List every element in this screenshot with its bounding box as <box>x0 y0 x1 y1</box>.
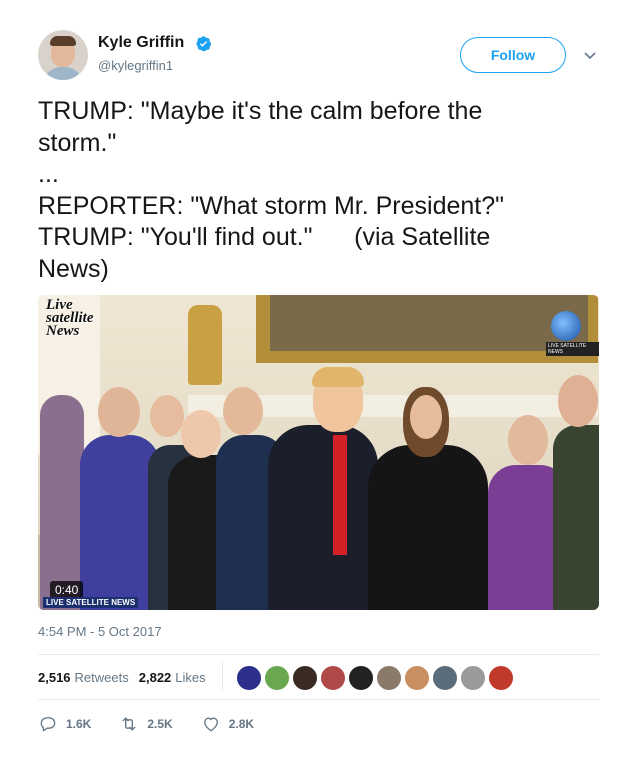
liker-avatar[interactable] <box>264 665 290 691</box>
like-count: 2.8K <box>228 717 255 731</box>
chevron-down-icon[interactable] <box>582 47 598 63</box>
heart-icon <box>203 717 218 732</box>
liker-avatar[interactable] <box>376 665 402 691</box>
avatar[interactable] <box>38 30 88 80</box>
liker-avatar[interactable] <box>320 665 346 691</box>
tweet-timestamp[interactable]: 4:54 PM - 5 Oct 2017 <box>38 624 162 639</box>
reply-count: 1.6K <box>66 717 92 731</box>
tweet-actions: 1.6K 2.5K 2.8K <box>38 714 282 734</box>
verified-badge-icon <box>196 36 212 52</box>
liker-avatar[interactable] <box>460 665 486 691</box>
like-button[interactable]: 2.8K <box>201 714 254 734</box>
reply-button[interactable]: 1.6K <box>38 714 91 734</box>
likes-stat[interactable]: 2,822 Likes <box>139 670 206 685</box>
retweet-button[interactable]: 2.5K <box>119 714 173 734</box>
retweets-stat[interactable]: 2,516 Retweets <box>38 670 129 685</box>
channel-banner: LIVE SATELLITE NEWS <box>43 597 139 608</box>
author-handle[interactable]: @kylegriffin1 <box>98 58 173 73</box>
liker-avatars <box>236 665 514 691</box>
author-name[interactable]: Kyle Griffin <box>98 34 184 52</box>
liker-avatar[interactable] <box>292 665 318 691</box>
retweet-count: 2.5K <box>147 717 173 731</box>
stats-divider <box>222 662 223 690</box>
channel-logo: Live satellite News <box>46 297 94 339</box>
liker-avatar[interactable] <box>348 665 374 691</box>
retweet-icon <box>122 717 136 731</box>
tweet-text: TRUMP: "Maybe it's the calm before the s… <box>38 97 505 283</box>
globe-logo-icon <box>551 311 581 341</box>
divider <box>38 699 599 700</box>
engagement-stats: 2,516 Retweets 2,822 Likes <box>38 670 206 685</box>
reply-icon <box>40 717 56 732</box>
liker-avatar[interactable] <box>404 665 430 691</box>
liker-avatar[interactable] <box>432 665 458 691</box>
follow-button[interactable]: Follow <box>460 37 566 73</box>
liker-avatar[interactable] <box>488 665 514 691</box>
divider <box>38 654 599 655</box>
video-player[interactable]: Live satellite News LIVE SATELLITE NEWS … <box>38 295 599 610</box>
liker-avatar[interactable] <box>236 665 262 691</box>
channel-logo-small: LIVE SATELLITE NEWS <box>546 342 599 356</box>
